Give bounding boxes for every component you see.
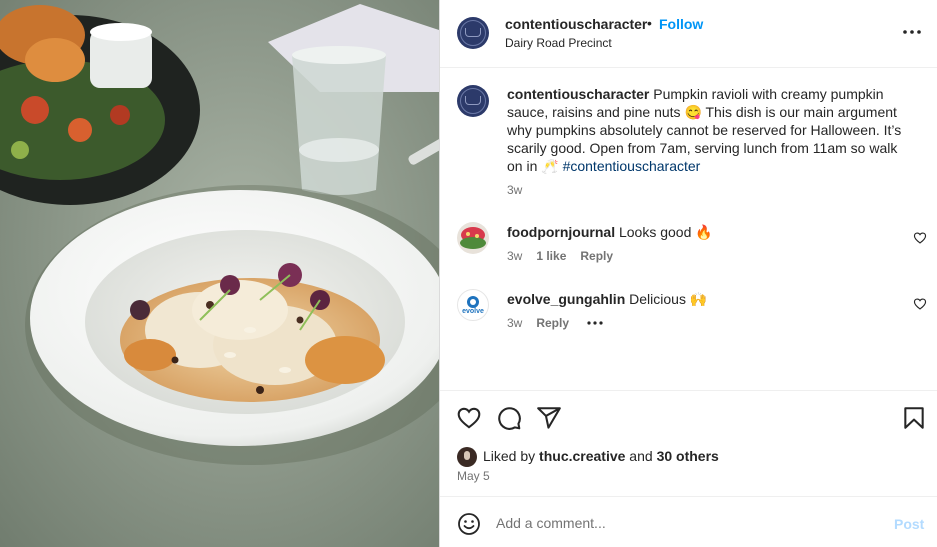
caption-username[interactable]: contentiouscharacter bbox=[507, 86, 649, 102]
comment-text: Looks good 🔥 bbox=[615, 224, 713, 240]
comment-meta: 3w Reply bbox=[507, 316, 583, 330]
likes-others[interactable]: 30 others bbox=[657, 448, 719, 464]
post-side-panel: contentiouscharacter • Follow Dairy Road… bbox=[439, 0, 937, 547]
comment-avatar-evolve[interactable]: evolve bbox=[457, 289, 489, 321]
emoji-icon[interactable] bbox=[457, 512, 481, 536]
comment-username[interactable]: foodpornjournal bbox=[507, 224, 615, 240]
likes-middle: and bbox=[625, 448, 657, 464]
caption-timestamp[interactable]: 3w bbox=[507, 183, 522, 197]
crown-logo-icon bbox=[465, 96, 481, 105]
post-comment-button[interactable]: Post bbox=[894, 516, 924, 532]
crown-logo-icon bbox=[465, 28, 481, 37]
heart-icon[interactable] bbox=[456, 405, 482, 431]
comment-text: Delicious 🙌 bbox=[625, 291, 708, 307]
location-link[interactable]: Dairy Road Precinct bbox=[505, 36, 612, 50]
caption-text: contentiouscharacter Pumpkin ravioli wit… bbox=[507, 85, 907, 175]
post-date[interactable]: May 5 bbox=[457, 469, 490, 483]
share-icon[interactable] bbox=[536, 405, 562, 431]
likes-summary: Liked by thuc.creative and 30 others bbox=[457, 446, 719, 468]
post-photo[interactable] bbox=[0, 0, 439, 547]
comment-time[interactable]: 3w bbox=[507, 249, 522, 263]
likes-prefix: Liked by bbox=[483, 448, 540, 464]
ravioli-photo-illustration bbox=[0, 0, 439, 547]
comment-like-heart-icon[interactable] bbox=[913, 231, 927, 245]
bookmark-icon[interactable] bbox=[901, 405, 927, 431]
account-avatar[interactable] bbox=[457, 17, 489, 49]
caption-hashtag[interactable]: #contentiouscharacter bbox=[563, 158, 701, 174]
comment-line: foodpornjournal Looks good 🔥 bbox=[507, 223, 713, 241]
comment-meta: 3w 1 like Reply bbox=[507, 249, 627, 263]
comment-likes[interactable]: 1 like bbox=[536, 249, 566, 263]
liker-username[interactable]: thuc.creative bbox=[539, 448, 625, 464]
header-separator: • bbox=[647, 15, 652, 31]
comment-line: evolve_gungahlin Delicious 🙌 bbox=[507, 290, 707, 308]
post-actions: Liked by thuc.creative and 30 others May… bbox=[440, 390, 937, 496]
reply-button[interactable]: Reply bbox=[536, 316, 569, 330]
comment-icon[interactable] bbox=[496, 405, 522, 431]
follow-button[interactable]: Follow bbox=[659, 16, 703, 32]
food-avatar-icon bbox=[457, 222, 489, 254]
evolve-logo-icon: evolve bbox=[462, 296, 484, 315]
liker-avatar[interactable] bbox=[457, 447, 477, 468]
comment-options-icon[interactable] bbox=[586, 317, 604, 329]
reply-button[interactable]: Reply bbox=[580, 249, 613, 263]
header-username[interactable]: contentiouscharacter bbox=[505, 16, 647, 32]
post-header: contentiouscharacter • Follow Dairy Road… bbox=[440, 0, 937, 68]
comment-time[interactable]: 3w bbox=[507, 316, 522, 330]
add-comment-bar: Post bbox=[440, 496, 937, 547]
evolve-logo-text: evolve bbox=[462, 308, 484, 315]
comment-avatar-foodpornjournal[interactable] bbox=[457, 222, 489, 254]
caption-avatar[interactable] bbox=[457, 85, 489, 117]
comment-username[interactable]: evolve_gungahlin bbox=[507, 291, 625, 307]
more-horizontal-icon[interactable] bbox=[902, 24, 922, 40]
comment-input[interactable] bbox=[496, 509, 876, 537]
comment-like-heart-icon[interactable] bbox=[913, 297, 927, 311]
